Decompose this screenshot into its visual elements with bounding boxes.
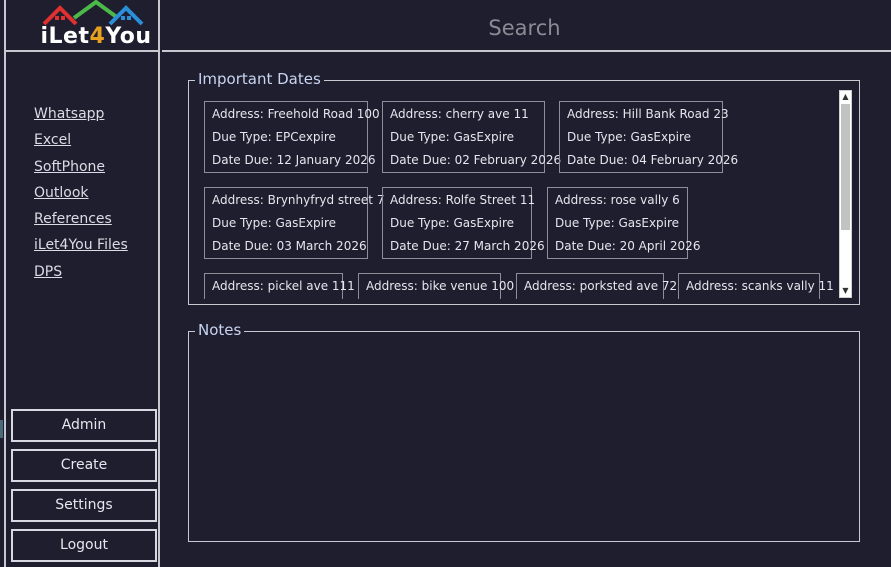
logo-text: iLet4You <box>40 24 152 49</box>
card-address: Address: Hill Bank Road 23 <box>567 107 729 121</box>
nav-links: Whatsapp Excel SoftPhone Outlook Referen… <box>34 104 128 288</box>
date-card[interactable]: Address: bike venue 100 <box>358 273 514 299</box>
logo-area: iLet4You <box>6 0 158 52</box>
card-due-type: Due Type: GasExpire <box>567 130 692 144</box>
card-date-due: Date Due: 12 January 2026 <box>212 153 376 167</box>
search-input[interactable] <box>162 8 887 48</box>
card-address: Address: pickel ave 111 <box>212 279 355 293</box>
card-address: Address: bike venue 100 <box>366 279 515 293</box>
card-address: Address: rose vally 6 <box>555 193 680 207</box>
card-date-due: Date Due: 03 March 2026 <box>212 239 367 253</box>
card-address: Address: Brynhyfryd street 7 <box>212 193 385 207</box>
sidebar: iLet4You Whatsapp Excel SoftPhone Outloo… <box>4 0 160 567</box>
window-edge-marker <box>0 420 3 438</box>
admin-button[interactable]: Admin <box>11 409 157 442</box>
card-address: Address: scanks vally 11 <box>686 279 834 293</box>
create-button[interactable]: Create <box>11 449 157 482</box>
date-card[interactable]: Address: cherry ave 11 Due Type: GasExpi… <box>382 101 561 173</box>
nav-link-dps[interactable]: DPS <box>34 262 128 288</box>
date-card[interactable]: Address: scanks vally 11 <box>678 273 834 299</box>
card-due-type: Due Type: GasExpire <box>212 216 337 230</box>
date-card[interactable]: Address: Hill Bank Road 23 Due Type: Gas… <box>559 101 738 173</box>
card-due-type: Due Type: GasExpire <box>390 130 515 144</box>
nav-link-ilet4you-files[interactable]: iLet4You Files <box>34 235 128 261</box>
scroll-thumb[interactable] <box>841 104 850 230</box>
date-card[interactable]: Address: Brynhyfryd street 7 Due Type: G… <box>204 187 384 259</box>
card-date-due: Date Due: 27 March 2026 <box>390 239 545 253</box>
ilet4you-logo: iLet4You <box>40 0 152 50</box>
nav-link-excel[interactable]: Excel <box>34 130 128 156</box>
date-card[interactable]: Address: pickel ave 111 <box>204 273 355 299</box>
header <box>162 0 891 52</box>
card-address: Address: cherry ave 11 <box>390 107 529 121</box>
date-card[interactable]: Address: Freehold Road 100 Due Type: EPC… <box>204 101 380 173</box>
app-window: iLet4You Whatsapp Excel SoftPhone Outloo… <box>0 0 891 567</box>
date-card[interactable]: Address: rose vally 6 Due Type: GasExpir… <box>547 187 700 259</box>
card-address: Address: porksted ave 72 <box>524 279 678 293</box>
scroll-up-arrow-icon[interactable]: ▲ <box>840 91 851 103</box>
card-due-type: Due Type: EPCexpire <box>212 130 336 144</box>
scroll-down-arrow-icon[interactable]: ▼ <box>840 285 851 297</box>
card-due-type: Due Type: GasExpire <box>390 216 515 230</box>
card-date-due: Date Due: 20 April 2026 <box>555 239 701 253</box>
card-date-due: Date Due: 04 February 2026 <box>567 153 739 167</box>
date-card[interactable]: Address: porksted ave 72 <box>516 273 677 299</box>
important-dates-title: Important Dates <box>195 70 324 88</box>
nav-link-softphone[interactable]: SoftPhone <box>34 157 128 183</box>
card-date-due: Date Due: 02 February 2026 <box>390 153 562 167</box>
notes-group[interactable]: Notes <box>188 321 860 542</box>
notes-title: Notes <box>195 321 245 339</box>
dates-scrollbar[interactable]: ▲ ▼ <box>839 90 852 298</box>
important-dates-group: Important Dates Address: Freehold Road 1… <box>188 70 860 305</box>
logout-button[interactable]: Logout <box>11 529 157 562</box>
settings-button[interactable]: Settings <box>11 489 157 522</box>
date-card[interactable]: Address: Rolfe Street 11 Due Type: GasEx… <box>382 187 545 259</box>
nav-link-outlook[interactable]: Outlook <box>34 183 128 209</box>
card-address: Address: Rolfe Street 11 <box>390 193 536 207</box>
card-address: Address: Freehold Road 100 <box>212 107 380 121</box>
nav-link-whatsapp[interactable]: Whatsapp <box>34 104 128 130</box>
card-due-type: Due Type: GasExpire <box>555 216 680 230</box>
nav-link-references[interactable]: References <box>34 209 128 235</box>
